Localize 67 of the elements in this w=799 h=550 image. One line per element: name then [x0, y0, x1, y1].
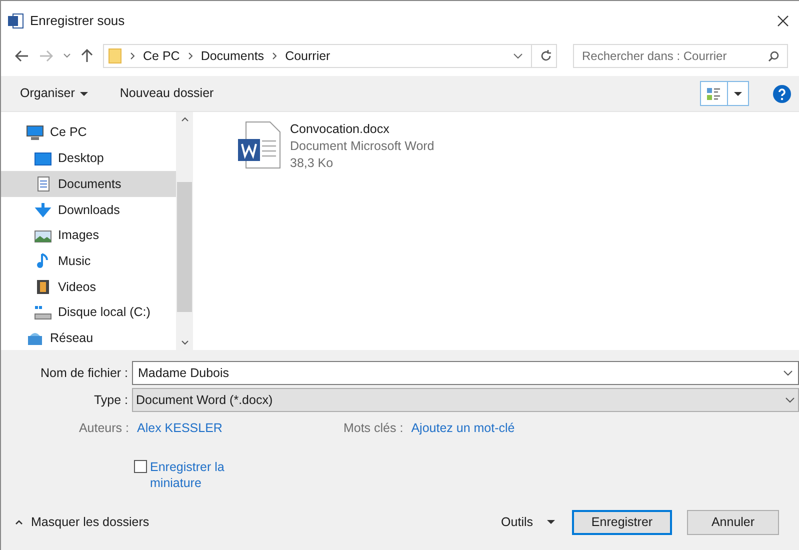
authors-link[interactable]: Alex KESSLER [137, 419, 222, 438]
up-arrow-icon[interactable] [81, 49, 93, 63]
word-icon [8, 13, 24, 29]
scrollbar[interactable] [176, 112, 193, 350]
chevron-up-icon [15, 520, 23, 525]
hide-folders-button[interactable]: Masquer les dossiers [15, 512, 150, 532]
view-icon [706, 86, 722, 100]
breadcrumb[interactable]: Ce PC [143, 46, 180, 66]
breadcrumb[interactable]: Courrier [285, 46, 330, 66]
back-arrow-icon[interactable] [15, 50, 29, 62]
sidebar-item[interactable]: Downloads [1, 197, 176, 223]
down-arrow-icon [34, 202, 52, 218]
word-document-icon [238, 121, 282, 169]
address-bar[interactable]: Ce PC Documents Courrier [103, 44, 557, 68]
thumbnail-label[interactable]: Enregistrer la miniature [150, 458, 230, 491]
image-icon [34, 228, 52, 244]
film-icon [34, 278, 52, 295]
sidebar-item[interactable]: Desktop [1, 146, 176, 172]
chevron-up-icon[interactable] [180, 117, 188, 122]
file-name[interactable]: Convocation.docx [290, 121, 434, 138]
tools-button[interactable]: Outils [501, 512, 555, 532]
drive-icon [34, 304, 52, 321]
thumbnail-checkbox[interactable] [134, 460, 147, 473]
new-folder-button[interactable]: Nouveau dossier [120, 84, 214, 103]
caret-icon [547, 520, 555, 524]
filename-field[interactable]: Madame Dubois [132, 361, 799, 385]
desktop-icon [34, 150, 52, 167]
sidebar-item[interactable]: Videos [1, 274, 176, 300]
scrollbar-thumb[interactable] [177, 182, 192, 312]
type-label: Type : [92, 392, 129, 409]
chevron-down-icon[interactable] [783, 370, 793, 376]
chevron-right-icon [130, 52, 135, 60]
search-icon [768, 50, 779, 62]
organize-button[interactable]: Organiser [20, 84, 88, 103]
chevron-down-icon[interactable] [63, 53, 71, 59]
chevron-right-icon [272, 52, 278, 60]
cancel-button[interactable]: Annuler [687, 510, 779, 535]
close-icon[interactable] [777, 15, 789, 27]
save-button[interactable]: Enregistrer [572, 510, 672, 535]
chevron-down-icon[interactable] [513, 53, 523, 59]
refresh-icon[interactable] [540, 50, 552, 62]
sidebar-item[interactable]: Images [1, 222, 176, 248]
view-button[interactable] [700, 81, 749, 106]
file-size: 38,3 Ko [290, 155, 334, 172]
chevron-down-icon[interactable] [180, 340, 188, 345]
computer-icon [26, 124, 44, 141]
search-field[interactable]: Rechercher dans : Courrier [573, 44, 788, 68]
tags-link[interactable]: Ajoutez un mot-clé [411, 419, 515, 438]
type-dropdown[interactable]: Document Word (*.docx) [132, 388, 799, 412]
sidebar-item[interactable]: Documents [1, 171, 176, 198]
file-type: Document Microsoft Word [290, 138, 434, 155]
help-icon[interactable] [773, 84, 791, 102]
window-title: Enregistrer sous [30, 12, 125, 30]
folder-icon [108, 48, 122, 64]
sidebar-item[interactable]: Ce PC [1, 120, 176, 146]
sidebar-item[interactable]: Réseau [1, 326, 176, 350]
chevron-right-icon [188, 52, 193, 60]
breadcrumb[interactable]: Documents [200, 46, 264, 66]
caret-icon [734, 92, 742, 96]
filename-label: Nom de fichier : [39, 364, 129, 382]
sidebar-item[interactable]: Music [1, 248, 176, 274]
tags-label: Mots clés : [343, 420, 404, 437]
network-icon [26, 330, 44, 346]
sidebar-item[interactable]: Disque local (C:) [1, 300, 176, 326]
authors-label: Auteurs : [78, 420, 130, 437]
caret-icon [80, 92, 88, 96]
chevron-down-icon [785, 397, 795, 403]
